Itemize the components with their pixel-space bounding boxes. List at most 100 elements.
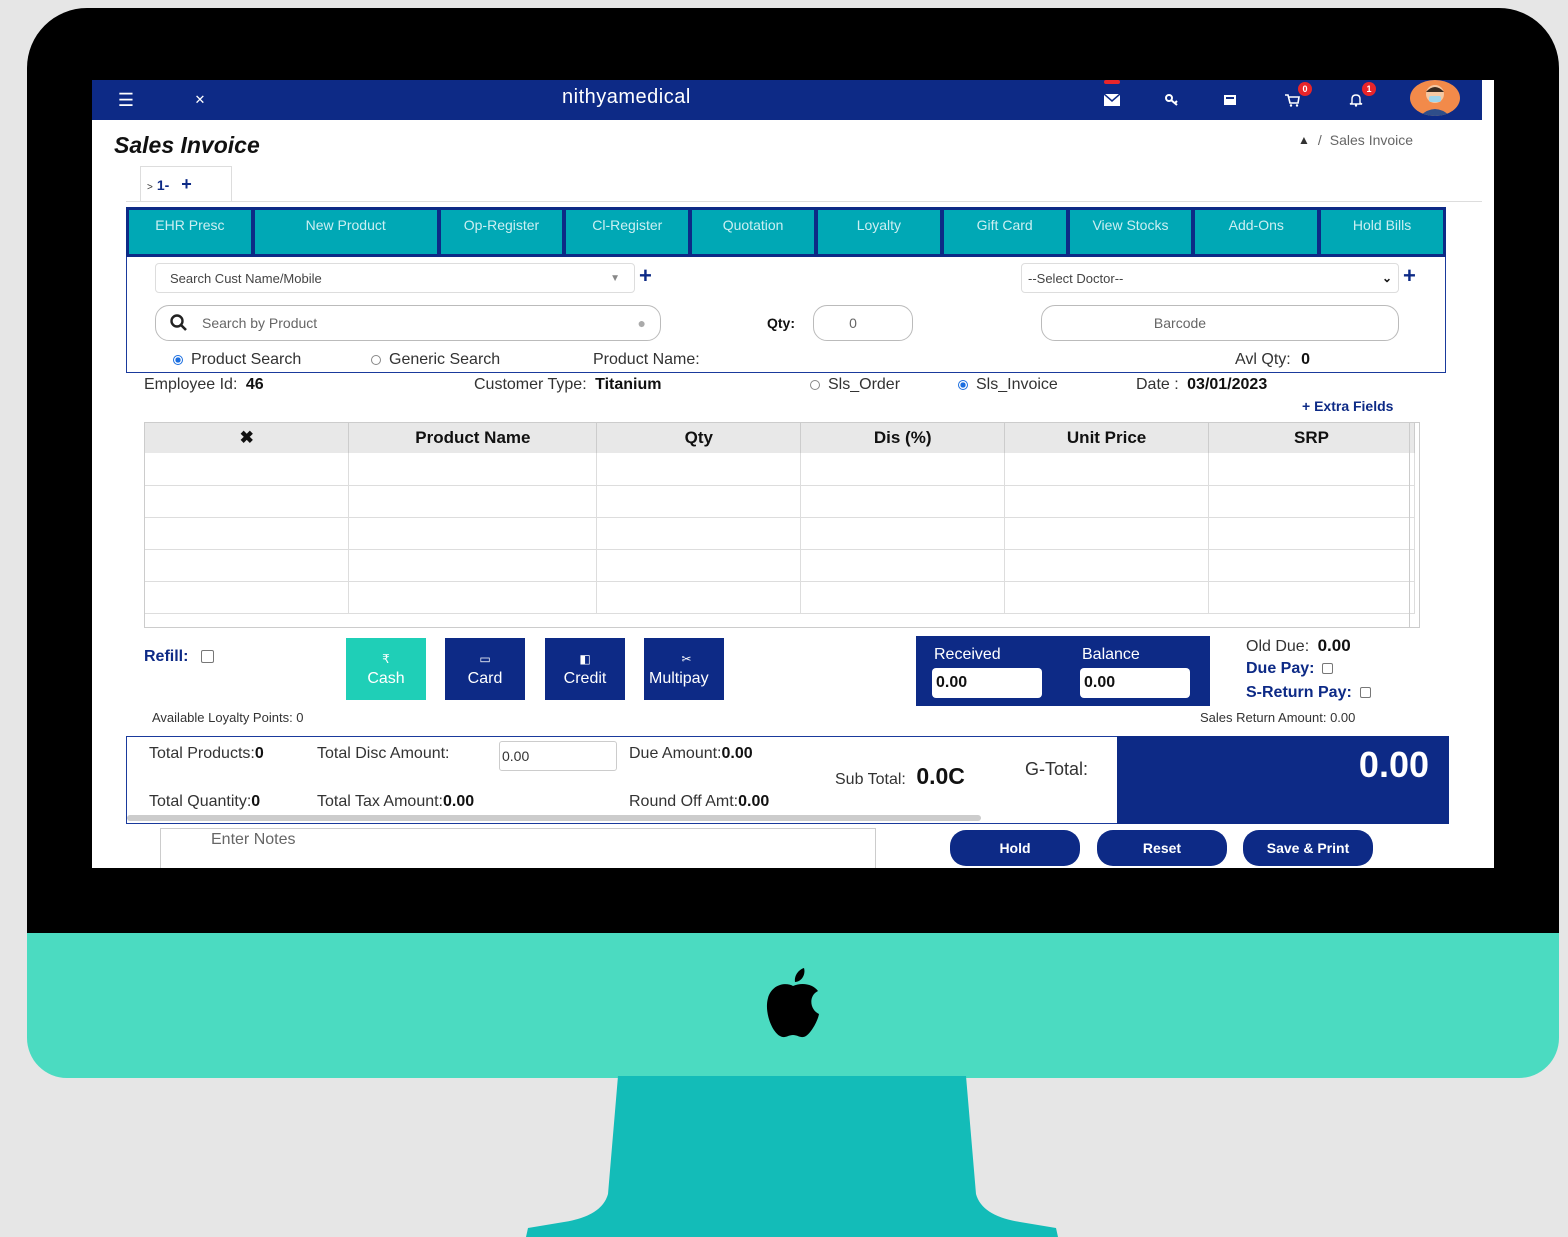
total-quantity-value: 0: [251, 793, 261, 810]
app-title: nithyamedical: [562, 86, 691, 108]
loyalty-button[interactable]: Loyalty: [817, 210, 940, 254]
cart-icon[interactable]: 0: [1280, 82, 1312, 112]
hold-bills-button[interactable]: Hold Bills: [1321, 210, 1443, 254]
expand-icon[interactable]: ✕: [188, 88, 212, 112]
key-icon[interactable]: [1160, 88, 1184, 112]
col-unit-price: Unit Price: [1004, 423, 1210, 453]
mail-icon[interactable]: [1100, 80, 1124, 112]
g-total-panel: 0.00: [1117, 736, 1449, 824]
product-grid: ✖ Product Name Qty Dis (%) Unit Price SR…: [144, 422, 1420, 628]
total-disc-label: Total Disc Amount:: [317, 745, 450, 762]
radio-generic-search[interactable]: [371, 354, 381, 365]
date-label: Date :: [1136, 376, 1179, 393]
table-cell: [1004, 581, 1210, 614]
extra-fields-link[interactable]: + Extra Fields: [1302, 398, 1393, 414]
radio-sls-order[interactable]: [810, 379, 820, 390]
add-doctor-button[interactable]: +: [1403, 263, 1416, 289]
breadcrumb-current: Sales Invoice: [1329, 132, 1414, 148]
due-pay-label: Due Pay:: [1246, 660, 1315, 677]
save-print-button[interactable]: Save & Print: [1243, 830, 1373, 866]
table-cell: [800, 581, 1006, 614]
invoice-tab[interactable]: > 1- +: [140, 166, 232, 202]
menu-icon[interactable]: ☰: [114, 88, 138, 112]
table-cell: [348, 549, 598, 582]
cl-register-button[interactable]: Cl-Register: [566, 210, 689, 254]
rupee-icon: ₹: [382, 652, 390, 666]
qty-input[interactable]: 0: [813, 305, 913, 341]
table-cell: [596, 581, 802, 614]
total-products: Total Products:0: [149, 745, 264, 763]
due-amount: Due Amount:0.00: [629, 745, 753, 763]
add-tab-button[interactable]: +: [181, 174, 192, 195]
table-row[interactable]: [145, 453, 1415, 486]
summary-scrollbar[interactable]: [127, 815, 981, 821]
due-pay-checkbox[interactable]: [1322, 663, 1334, 675]
chevron-down-icon: ⌄: [1381, 271, 1392, 285]
card-button[interactable]: ▭ Card: [445, 638, 525, 700]
doctor-select[interactable]: --Select Doctor-- ⌄: [1021, 263, 1399, 293]
product-search-radio[interactable]: Product Search: [173, 351, 301, 369]
total-disc-input[interactable]: 0.00: [499, 741, 617, 771]
sls-invoice-radio[interactable]: Sls_Invoice: [958, 376, 1058, 394]
notes-textarea[interactable]: Enter Notes: [160, 828, 876, 868]
received-input[interactable]: 0.00: [932, 668, 1042, 698]
quick-actions-bar: EHR Presc New Product Op-Register Cl-Reg…: [126, 207, 1446, 257]
qty-label: Qty:: [767, 315, 795, 331]
tab-chevron-icon: >: [147, 182, 153, 193]
card-icon: ▭: [479, 652, 491, 666]
old-due-value: 0.00: [1317, 636, 1351, 655]
table-row[interactable]: [145, 581, 1415, 614]
multipay-button[interactable]: ✂ Multipay: [644, 638, 724, 700]
home-icon[interactable]: ▲: [1298, 133, 1310, 147]
received-balance-panel: Received 0.00 Balance 0.00: [916, 636, 1210, 706]
view-stocks-button[interactable]: View Stocks: [1069, 210, 1192, 254]
user-avatar[interactable]: [1410, 80, 1460, 116]
customer-search-select[interactable]: Search Cust Name/Mobile ▼: [155, 263, 635, 293]
microphone-icon[interactable]: ●: [638, 315, 646, 331]
ehr-presc-button[interactable]: EHR Presc: [129, 210, 251, 254]
s-return-pay-checkbox[interactable]: [1359, 687, 1371, 699]
hold-button[interactable]: Hold: [950, 830, 1080, 866]
avl-qty-label: Avl Qty:: [1235, 351, 1291, 368]
customer-type: Customer Type: Titanium: [474, 376, 661, 394]
calculator-icon[interactable]: [1218, 88, 1242, 112]
refill-checkbox[interactable]: [200, 650, 214, 664]
add-customer-button[interactable]: +: [639, 263, 652, 289]
barcode-input[interactable]: Barcode: [1041, 305, 1399, 341]
radio-product-search[interactable]: [173, 354, 183, 365]
quotation-button[interactable]: Quotation: [692, 210, 814, 254]
cash-button[interactable]: ₹ Cash: [346, 638, 426, 700]
invoice-date: Date : 03/01/2023: [1136, 376, 1267, 394]
new-product-button[interactable]: New Product: [254, 210, 437, 254]
gift-card-button[interactable]: Gift Card: [943, 210, 1066, 254]
s-return-pay: S-Return Pay:: [1246, 684, 1371, 702]
total-quantity-label: Total Quantity:: [149, 793, 252, 810]
due-amount-value: 0.00: [721, 745, 753, 762]
product-search-radio-label: Product Search: [191, 351, 302, 368]
table-row[interactable]: [145, 517, 1415, 550]
generic-search-radio[interactable]: Generic Search: [371, 351, 500, 369]
old-due: Old Due: 0.00: [1246, 636, 1351, 656]
generic-search-radio-label: Generic Search: [389, 351, 501, 368]
balance-input[interactable]: 0.00: [1080, 668, 1190, 698]
table-cell: [1004, 517, 1210, 550]
table-row[interactable]: [145, 485, 1415, 518]
reset-button[interactable]: Reset: [1097, 830, 1227, 866]
customer-type-label: Customer Type:: [474, 376, 587, 393]
received-label: Received: [934, 646, 1001, 663]
radio-sls-invoice[interactable]: [958, 379, 968, 390]
sls-order-radio[interactable]: Sls_Order: [810, 376, 900, 394]
total-tax: Total Tax Amount:0.00: [317, 793, 474, 811]
add-ons-button[interactable]: Add-Ons: [1195, 210, 1318, 254]
table-cell: [145, 517, 350, 550]
grid-scrollbar[interactable]: [1409, 423, 1419, 627]
bell-icon[interactable]: 1: [1344, 82, 1376, 112]
table-cell: [800, 485, 1006, 518]
table-row[interactable]: [145, 549, 1415, 582]
credit-button[interactable]: ◧ Credit: [545, 638, 625, 700]
loyalty-points: Available Loyalty Points: 0: [152, 710, 304, 725]
credit-label: Credit: [563, 670, 607, 687]
op-register-button[interactable]: Op-Register: [440, 210, 563, 254]
table-cell: [145, 581, 350, 614]
product-search-input[interactable]: Search by Product ●: [155, 305, 661, 341]
